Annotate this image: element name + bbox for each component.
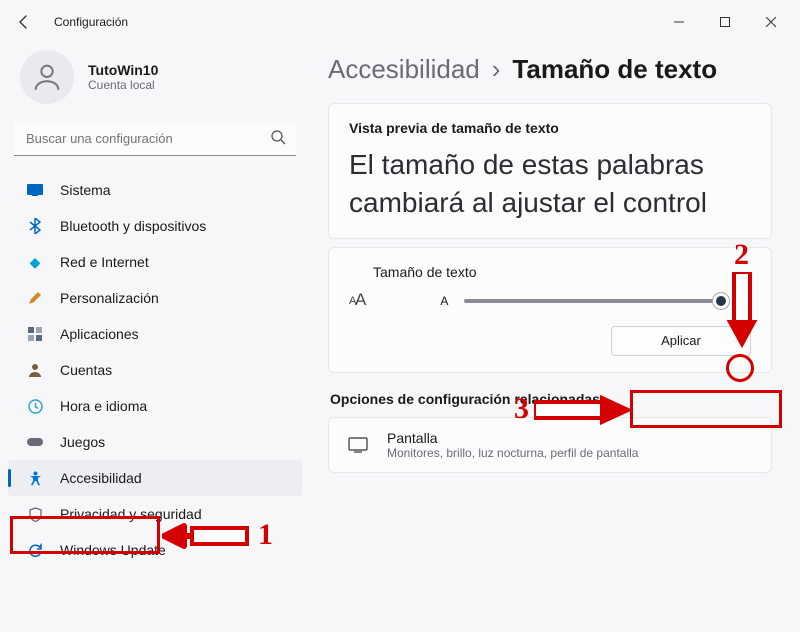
sidebar-item-label: Hora e idioma <box>60 398 147 414</box>
sidebar-item-label: Windows Update <box>60 542 166 558</box>
preview-text: El tamaño de estas palabras cambiará al … <box>349 146 751 222</box>
apply-button[interactable]: Aplicar <box>611 326 751 356</box>
sidebar-item-label: Aplicaciones <box>60 326 139 342</box>
wifi-icon: ◆ <box>26 253 44 271</box>
breadcrumb-parent[interactable]: Accesibilidad <box>328 54 480 85</box>
minimize-button[interactable] <box>656 6 702 38</box>
update-icon <box>26 541 44 559</box>
sidebar-item-label: Bluetooth y dispositivos <box>60 218 206 234</box>
sidebar-item-accesibilidad[interactable]: Accesibilidad <box>8 460 302 496</box>
sidebar-item-label: Red e Internet <box>60 254 149 270</box>
sidebar-item-label: Privacidad y seguridad <box>60 506 202 522</box>
sidebar-item-privacidad[interactable]: Privacidad y seguridad <box>8 496 302 532</box>
breadcrumb-current: Tamaño de texto <box>512 54 717 85</box>
apply-button-label: Aplicar <box>661 333 701 348</box>
sidebar-item-update[interactable]: Windows Update <box>8 532 302 568</box>
person-icon <box>30 60 64 94</box>
titlebar: Configuración <box>0 0 800 44</box>
slider-row: AA A A <box>349 290 751 312</box>
preview-card: Vista previa de tamaño de texto El tamañ… <box>328 103 772 239</box>
sidebar-item-label: Personalización <box>60 290 159 306</box>
related-display-title: Pantalla <box>387 430 638 446</box>
text-size-card: Tamaño de texto AA A A Aplicar <box>328 247 772 373</box>
sidebar-item-label: Juegos <box>60 434 105 450</box>
window-controls <box>656 6 794 38</box>
sidebar-item-personalizacion[interactable]: Personalización <box>8 280 302 316</box>
brush-icon <box>26 289 44 307</box>
clock-icon <box>26 397 44 415</box>
related-display-row[interactable]: Pantalla Monitores, brillo, luz nocturna… <box>328 417 772 473</box>
monitor-icon <box>26 181 44 199</box>
shield-icon <box>26 505 44 523</box>
search-box[interactable] <box>14 122 296 156</box>
arrow-left-icon <box>16 14 32 30</box>
text-size-icon: AA <box>349 295 356 307</box>
profile-block[interactable]: TutoWin10 Cuenta local <box>4 44 306 122</box>
accessibility-icon <box>26 469 44 487</box>
sidebar-item-label: Sistema <box>60 182 111 198</box>
nav-list: Sistema Bluetooth y dispositivos ◆ Red e… <box>4 166 306 574</box>
sidebar-item-cuentas[interactable]: Cuentas <box>8 352 302 388</box>
gamepad-icon <box>26 433 44 451</box>
close-button[interactable] <box>748 6 794 38</box>
slider-thumb[interactable] <box>713 293 729 309</box>
bluetooth-icon <box>26 217 44 235</box>
sidebar: TutoWin10 Cuenta local Sistema Bluetooth… <box>0 44 310 632</box>
window-title: Configuración <box>54 15 128 29</box>
slider-min-label: A <box>440 294 448 308</box>
sidebar-item-label: Accesibilidad <box>60 470 142 486</box>
main-content: Accesibilidad › Tamaño de texto Vista pr… <box>310 44 800 632</box>
preview-title: Vista previa de tamaño de texto <box>349 120 751 136</box>
person-icon <box>26 361 44 379</box>
sidebar-item-red[interactable]: ◆ Red e Internet <box>8 244 302 280</box>
back-button[interactable] <box>6 4 42 40</box>
profile-name: TutoWin10 <box>88 62 158 78</box>
sidebar-item-aplicaciones[interactable]: Aplicaciones <box>8 316 302 352</box>
text-size-title: Tamaño de texto <box>349 264 751 280</box>
related-display-sub: Monitores, brillo, luz nocturna, perfil … <box>387 446 638 460</box>
chevron-right-icon: › <box>492 54 501 85</box>
sidebar-item-juegos[interactable]: Juegos <box>8 424 302 460</box>
profile-sub: Cuenta local <box>88 78 158 92</box>
sidebar-item-sistema[interactable]: Sistema <box>8 172 302 208</box>
sidebar-item-label: Cuentas <box>60 362 112 378</box>
maximize-button[interactable] <box>702 6 748 38</box>
search-input[interactable] <box>14 122 296 156</box>
sidebar-item-hora[interactable]: Hora e idioma <box>8 388 302 424</box>
apps-icon <box>26 325 44 343</box>
text-size-slider[interactable] <box>464 299 722 303</box>
slider-max-label: A <box>738 290 751 312</box>
sidebar-item-bluetooth[interactable]: Bluetooth y dispositivos <box>8 208 302 244</box>
display-icon <box>347 434 369 456</box>
related-heading: Opciones de configuración relacionadas <box>330 391 770 407</box>
breadcrumb: Accesibilidad › Tamaño de texto <box>328 54 772 85</box>
avatar <box>20 50 74 104</box>
search-icon <box>270 129 286 150</box>
